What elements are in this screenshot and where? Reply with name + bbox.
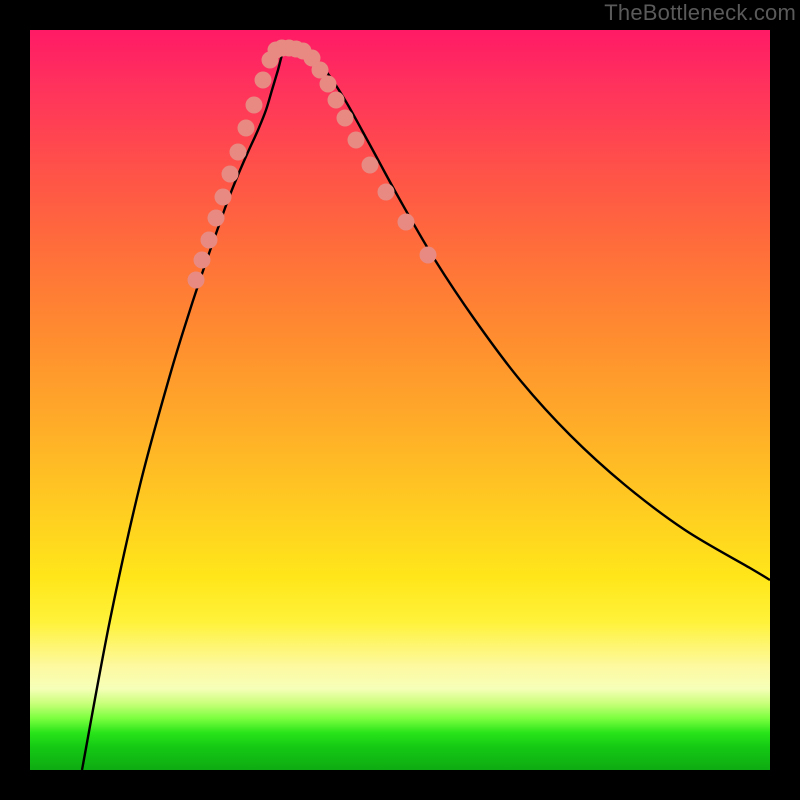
- overlay-dot: [230, 144, 247, 161]
- overlay-dot: [194, 252, 211, 269]
- overlay-dot: [188, 272, 205, 289]
- overlay-dot: [208, 210, 225, 227]
- overlay-dot: [420, 247, 437, 264]
- watermark-text: TheBottleneck.com: [604, 0, 796, 26]
- overlay-dot: [328, 92, 345, 109]
- overlay-dot: [246, 97, 263, 114]
- chart-svg: [30, 30, 770, 770]
- overlay-dot: [337, 110, 354, 127]
- chart-frame: TheBottleneck.com: [0, 0, 800, 800]
- overlay-dot: [362, 157, 379, 174]
- chart-plot-area: [30, 30, 770, 770]
- bottleneck-curve: [82, 48, 770, 770]
- overlay-dot: [378, 184, 395, 201]
- overlay-dots: [188, 40, 437, 289]
- overlay-dot: [215, 189, 232, 206]
- overlay-dot: [255, 72, 272, 89]
- overlay-dot: [222, 166, 239, 183]
- overlay-dot: [398, 214, 415, 231]
- overlay-dot: [320, 76, 337, 93]
- overlay-dot: [238, 120, 255, 137]
- overlay-dot: [348, 132, 365, 149]
- overlay-dot: [201, 232, 218, 249]
